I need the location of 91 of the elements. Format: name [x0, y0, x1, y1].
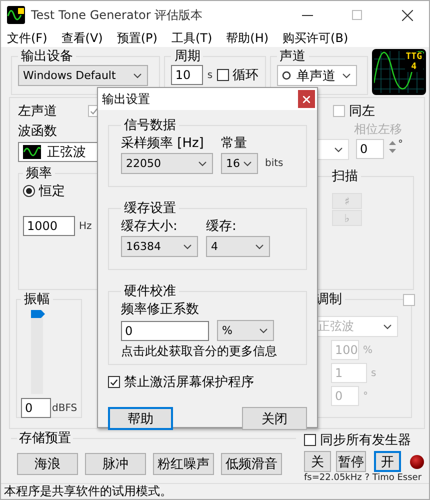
slider-thumb[interactable] [31, 310, 45, 318]
field-label: 缓存大小: [121, 218, 178, 235]
group-title: 输出设备 [20, 48, 74, 65]
unit-label: Hz [79, 220, 92, 232]
unit-dropdown[interactable]: % [217, 320, 274, 341]
status-led [410, 454, 424, 468]
channel-title: 左声道 [18, 103, 57, 120]
preset-button[interactable]: 海浪 [17, 453, 78, 475]
group-title: 周期 [173, 48, 202, 65]
unit-label: % [363, 344, 373, 356]
dialog-button[interactable]: 帮助 [108, 407, 173, 430]
menu-item[interactable]: 文件(F) [7, 30, 48, 46]
group-title: 频率 [25, 165, 53, 182]
radio-button[interactable] [23, 185, 35, 197]
close-button[interactable] [298, 90, 315, 108]
footer-text: fs=22.05kHz ? Timo Esser [304, 473, 423, 483]
close-icon[interactable] [402, 10, 412, 20]
checkbox[interactable] [216, 69, 229, 81]
chevron-icon [342, 72, 351, 78]
checkbox[interactable] [403, 294, 415, 306]
menu-item[interactable]: 购买许可(B) [282, 30, 348, 46]
chevron-icon [198, 160, 207, 166]
chevron-icon [243, 160, 252, 166]
chevron-icon [255, 244, 264, 250]
group-title: 硬件校准 [123, 283, 177, 300]
unit-label: s [371, 368, 376, 378]
checkbox-label: 同左 [349, 103, 375, 120]
group-title: 缓存设置 [123, 200, 177, 217]
preset-button[interactable]: 脉冲 [85, 453, 146, 475]
dialog-button[interactable]: 关闭 [242, 407, 307, 430]
field-label: 相位左移 [353, 121, 403, 138]
checkbox[interactable] [333, 105, 345, 117]
group-title: 存储预置 [18, 430, 72, 447]
field-label: 缓存: [206, 218, 238, 235]
dropdown[interactable]: 16384 [121, 236, 198, 257]
chevron-icon [383, 324, 392, 330]
window-title: Test Tone Generator 评估版本 [31, 6, 204, 24]
close-icon [303, 96, 310, 102]
field-label: 波函数 [18, 123, 58, 140]
sine-icon [23, 145, 41, 159]
field-label: 采样频率 [Hz] [121, 135, 205, 152]
unit-label: bits [265, 158, 284, 169]
spinner-icon[interactable] [388, 139, 397, 155]
chevron-icon [183, 244, 192, 250]
logo-text: TTG [406, 52, 422, 62]
frequency-field[interactable]: 1000 [23, 216, 75, 236]
logo-text: 4 [411, 62, 417, 72]
preset-button[interactable]: 低频滑音 [221, 453, 282, 475]
transport-button[interactable]: 开 [374, 451, 401, 472]
circle-icon [282, 71, 291, 80]
menu-item[interactable]: 工具(T) [171, 30, 212, 46]
group-title: 扫描 [332, 168, 359, 185]
unit-label: s [207, 70, 213, 80]
unit-label: ° [363, 390, 368, 402]
dropdown[interactable]: 22050 [121, 153, 213, 174]
phase-field[interactable]: 0 [356, 139, 384, 159]
menu-item[interactable]: 查看(V) [61, 30, 103, 46]
unit-label: dBFS [52, 402, 78, 414]
preset-button[interactable]: 粉红噪声 [153, 453, 214, 475]
dropdown[interactable]: 4 [206, 236, 270, 257]
menu-item[interactable]: 帮助(H) [226, 30, 269, 46]
dropdown[interactable]: 16 [221, 153, 258, 174]
menu-item[interactable]: 预置(P) [116, 30, 158, 46]
period-field[interactable]: 10 [171, 65, 204, 85]
status-text: 本程序是共享软件的试用模式。 [4, 483, 172, 500]
transport-button[interactable]: 暂停 [336, 451, 366, 472]
checkbox-label: 禁止激活屏幕保护程序 [124, 374, 254, 391]
unit-label: ° [398, 139, 403, 150]
transport-button[interactable]: 关 [304, 451, 331, 472]
chevron-icon [133, 72, 142, 78]
field-label: 频率修正系数 [121, 302, 199, 317]
amplitude-field[interactable]: 0 [21, 398, 51, 418]
checkbox-label: 同步所有发生器 [320, 432, 411, 449]
checkbox[interactable] [304, 434, 316, 446]
group-title: 振幅 [23, 291, 51, 308]
chevron-icon [334, 146, 343, 152]
slider-track[interactable] [31, 310, 43, 394]
field-label: 常量 [221, 135, 248, 152]
checkbox-label: 循环 [232, 67, 259, 84]
minimize-icon[interactable] [302, 14, 312, 16]
chevron-icon [259, 328, 268, 334]
correction-field[interactable]: 0 [121, 320, 209, 340]
info-link[interactable]: 点击此处获取音分的更多信息 [121, 344, 277, 358]
checkbox[interactable] [108, 376, 120, 388]
radio-label: 恒定 [39, 183, 65, 200]
device-dropdown[interactable]: Windows Default [18, 65, 148, 86]
dialog-title: 输出设置 [102, 90, 150, 108]
channel-dropdown[interactable]: 单声道 [276, 65, 357, 86]
group-title: 信号数据 [123, 117, 177, 134]
app-icon [7, 6, 25, 24]
group-title: 声道 [278, 48, 307, 65]
